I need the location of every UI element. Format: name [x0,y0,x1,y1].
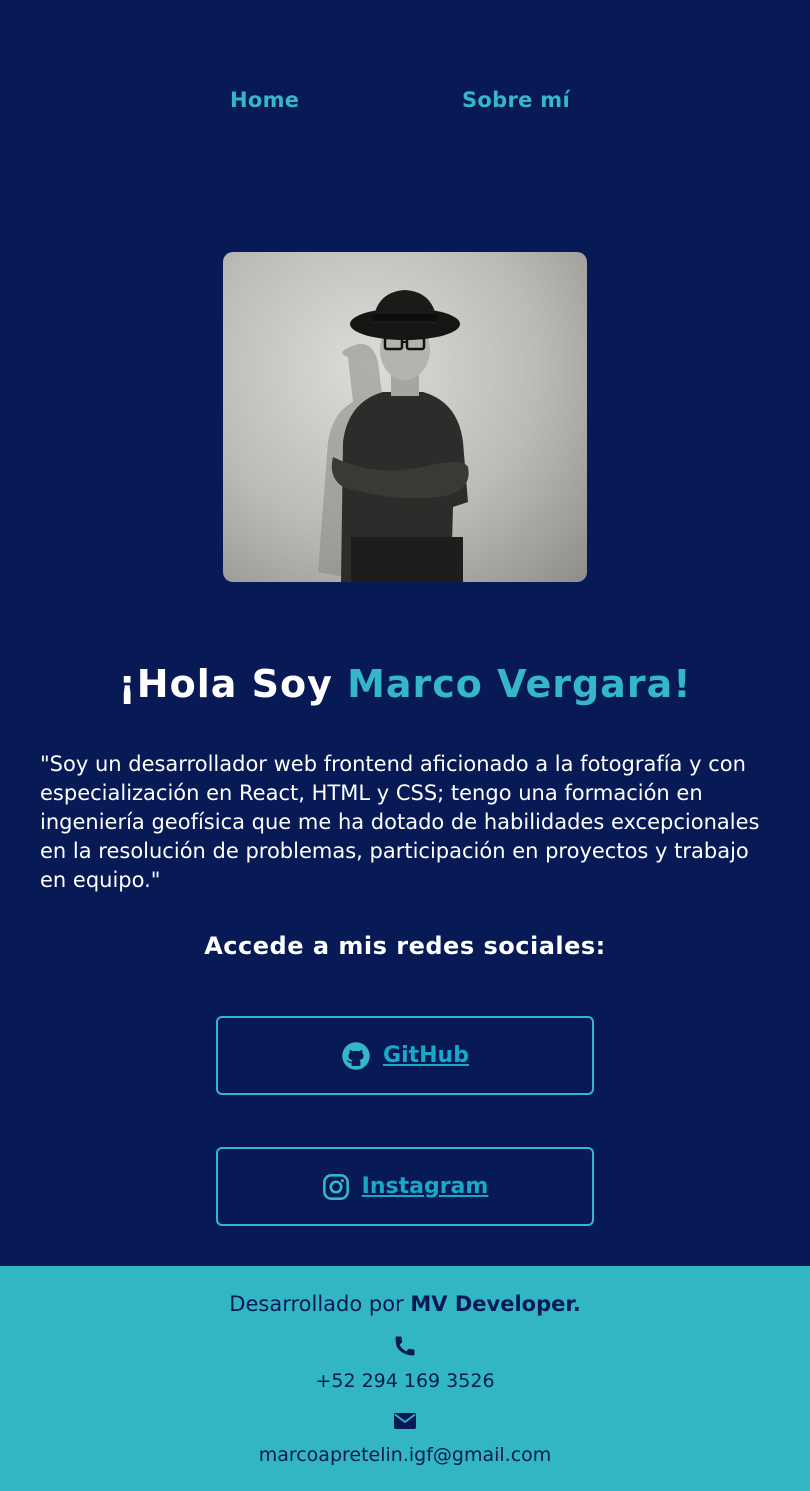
footer-credit-brand: MV Developer. [410,1292,581,1316]
github-label: GitHub [383,1043,469,1068]
bio-paragraph: "Soy un desarrollador web frontend afici… [40,752,760,892]
profile-photo-illustration [318,290,469,582]
phone-icon [395,1336,415,1356]
github-icon [342,1041,370,1070]
main-nav: Home Sobre mí [0,88,810,124]
instagram-icon [322,1173,349,1200]
footer-phone[interactable]: +52 294 169 3526 [0,1370,810,1392]
footer-email[interactable]: marcoapretelin.igf@gmail.com [0,1444,810,1466]
nav-about-link[interactable]: Sobre mí [462,88,570,112]
social-heading: Accede a mis redes sociales: [204,932,606,960]
profile-photo [223,252,587,582]
instagram-button[interactable]: Instagram [216,1147,594,1226]
github-button[interactable]: GitHub [216,1016,594,1095]
footer-credit-prefix: Desarrollado por [229,1292,411,1316]
footer-credit: Desarrollado por MV Developer. [0,1292,810,1316]
nav-home-link[interactable]: Home [230,88,299,112]
hero-title-prefix: ¡Hola Soy [118,662,348,706]
hero-title: ¡Hola Soy Marco Vergara! [0,662,810,706]
site-footer: Desarrollado por MV Developer. +52 294 1… [0,1266,810,1491]
instagram-label: Instagram [361,1174,489,1199]
hero-title-name: Marco Vergara! [347,662,692,706]
envelope-icon [394,1413,416,1429]
